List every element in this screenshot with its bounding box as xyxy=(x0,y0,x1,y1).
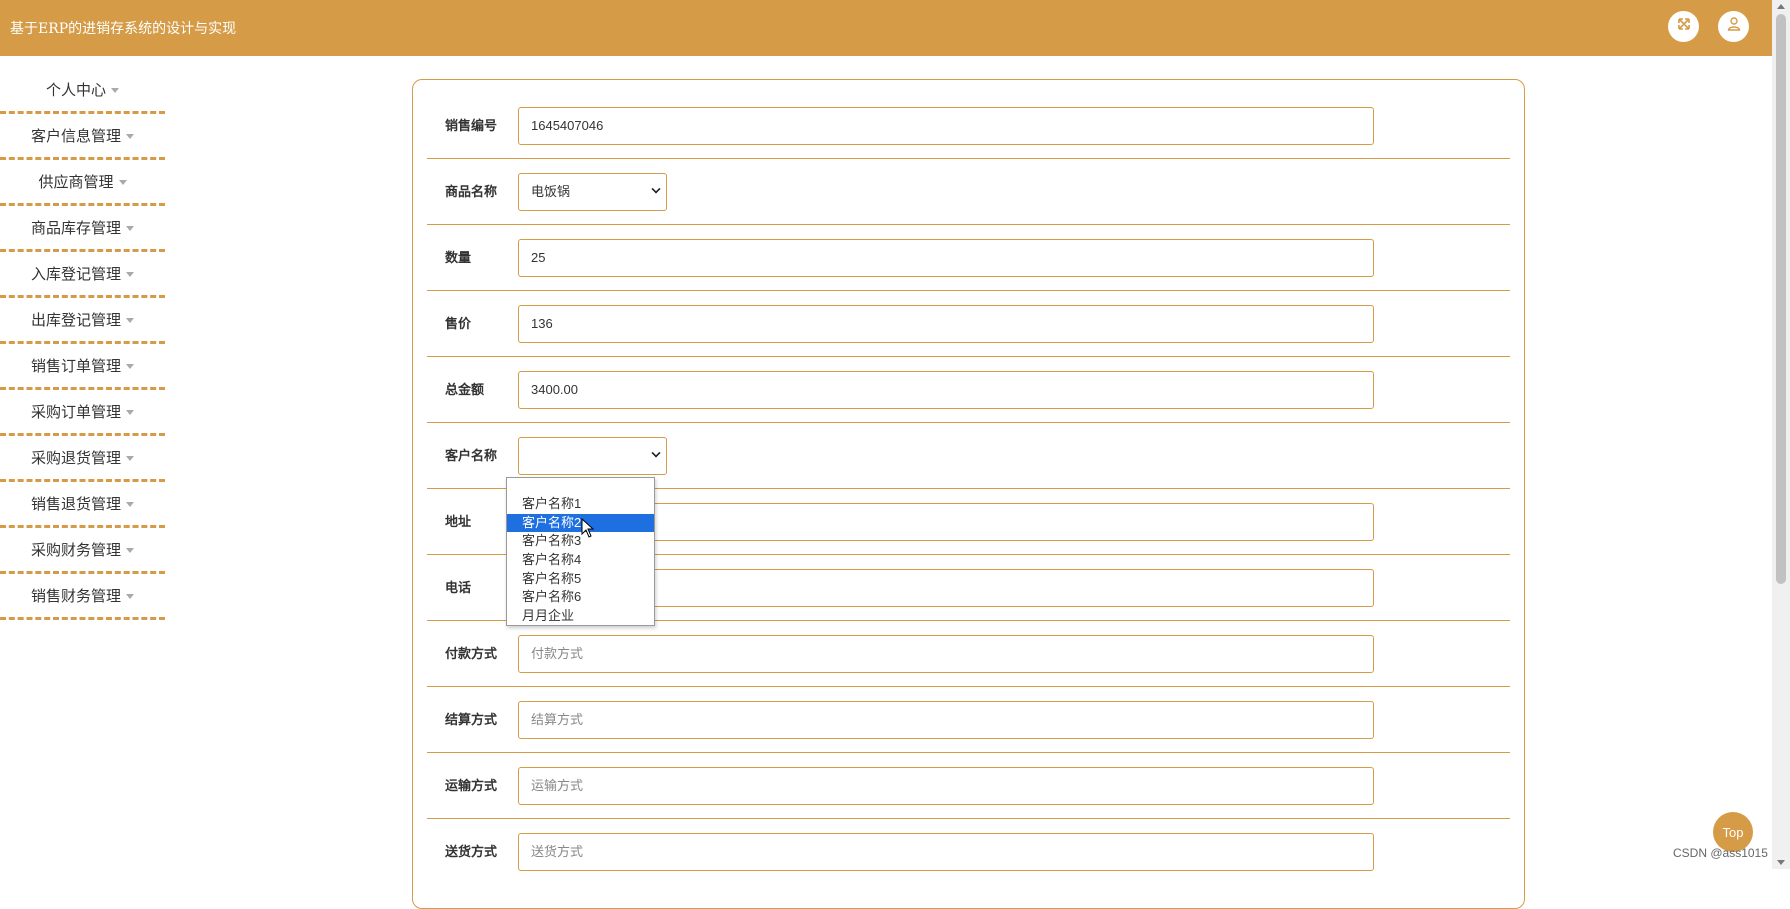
caret-down-icon xyxy=(126,410,134,415)
field-label: 电话 xyxy=(445,580,472,595)
dropdown-option[interactable]: 客户名称6 xyxy=(507,588,654,607)
caret-down-icon xyxy=(126,456,134,461)
sidebar-item-purchase-order[interactable]: 采购订单管理 xyxy=(0,390,165,436)
field-label: 销售编号 xyxy=(445,118,498,133)
sidebar-item-label: 销售订单管理 xyxy=(30,358,121,375)
form-row-shipping-method: 运输方式 运输方式 xyxy=(427,753,1510,819)
sidebar-item-label: 入库登记管理 xyxy=(30,266,121,283)
caret-down-icon xyxy=(126,272,134,277)
sidebar-item-label: 采购退货管理 xyxy=(30,450,121,467)
sidebar-item-purchase-finance[interactable]: 采购财务管理 xyxy=(0,528,165,574)
sidebar-item-sales-order[interactable]: 销售订单管理 xyxy=(0,344,165,390)
sidebar-item-label: 采购订单管理 xyxy=(30,404,121,421)
sidebar-item-personal-center[interactable]: 个人中心 xyxy=(0,68,165,114)
chevron-down-icon xyxy=(651,448,661,458)
sidebar-item-supplier[interactable]: 供应商管理 xyxy=(0,160,165,206)
price-input[interactable]: 136 xyxy=(518,305,1374,343)
form-row-payment-method: 付款方式 付款方式 xyxy=(427,621,1510,687)
sidebar-menu: 个人中心 客户信息管理 供应商管理 商品库存管理 入库登记管理 出库登记管理 销… xyxy=(0,68,165,620)
fullscreen-button[interactable] xyxy=(1668,11,1699,42)
field-label: 送货方式 xyxy=(445,844,498,859)
total-amount-input[interactable]: 3400.00 xyxy=(518,371,1374,409)
product-name-select[interactable]: 电饭锅 xyxy=(518,173,667,211)
form-row-quantity: 数量 25 xyxy=(427,225,1510,291)
sidebar-item-sales-return[interactable]: 销售退货管理 xyxy=(0,482,165,528)
sidebar-item-label: 供应商管理 xyxy=(38,174,114,191)
sidebar-item-stock-out[interactable]: 出库登记管理 xyxy=(0,298,165,344)
form-row-settlement-method: 结算方式 结算方式 xyxy=(427,687,1510,753)
select-value: 电饭锅 xyxy=(531,184,571,199)
delivery-method-input[interactable]: 送货方式 xyxy=(518,833,1374,871)
form-row-total: 总金额 3400.00 xyxy=(427,357,1510,423)
dropdown-option[interactable]: 客户名称1 xyxy=(507,495,654,514)
sidebar-item-label: 商品库存管理 xyxy=(30,220,121,237)
watermark-text: CSDN @ass1015 xyxy=(1673,846,1768,860)
sidebar-item-label: 销售财务管理 xyxy=(30,588,121,605)
field-label: 结算方式 xyxy=(445,712,498,727)
form-row-product-name: 商品名称 电饭锅 xyxy=(427,159,1510,225)
user-button[interactable] xyxy=(1718,11,1749,42)
settlement-method-input[interactable]: 结算方式 xyxy=(518,701,1374,739)
form-row-price: 售价 136 xyxy=(427,291,1510,357)
caret-down-icon xyxy=(126,594,134,599)
caret-down-icon xyxy=(126,226,134,231)
sales-no-input[interactable]: 1645407046 xyxy=(518,107,1374,145)
caret-down-icon xyxy=(126,134,134,139)
sidebar-item-customer-info[interactable]: 客户信息管理 xyxy=(0,114,165,160)
sidebar-item-label: 采购财务管理 xyxy=(30,542,121,559)
field-label: 数量 xyxy=(445,250,472,265)
chevron-down-icon xyxy=(651,184,661,194)
scrollbar-thumb[interactable] xyxy=(1776,14,1786,584)
quantity-input[interactable]: 25 xyxy=(518,239,1374,277)
caret-down-icon xyxy=(118,180,127,185)
user-icon xyxy=(1726,16,1742,37)
sidebar-item-inventory[interactable]: 商品库存管理 xyxy=(0,206,165,252)
field-label: 商品名称 xyxy=(445,184,498,199)
shipping-method-input[interactable]: 运输方式 xyxy=(518,767,1374,805)
sidebar-item-label: 出库登记管理 xyxy=(30,312,121,329)
expand-icon xyxy=(1676,16,1692,37)
field-label: 地址 xyxy=(445,514,472,529)
form-row-delivery-method: 送货方式 送货方式 xyxy=(427,819,1510,885)
app-title: 基于ERP的进销存系统的设计与实现 xyxy=(10,21,237,37)
vertical-scrollbar[interactable] xyxy=(1772,0,1790,869)
caret-down-icon xyxy=(126,502,134,507)
customer-name-select[interactable] xyxy=(518,437,667,475)
sidebar-item-stock-in[interactable]: 入库登记管理 xyxy=(0,252,165,298)
scroll-up-icon[interactable] xyxy=(1777,4,1785,9)
caret-down-icon xyxy=(126,548,134,553)
field-label: 售价 xyxy=(445,316,472,331)
dropdown-option[interactable]: 客户名称5 xyxy=(507,570,654,589)
form-row-sales-no: 销售编号 1645407046 xyxy=(427,93,1510,159)
sidebar-item-sales-finance[interactable]: 销售财务管理 xyxy=(0,574,165,620)
field-label: 运输方式 xyxy=(445,778,498,793)
sidebar-item-label: 客户信息管理 xyxy=(30,128,121,145)
mouse-cursor-icon xyxy=(581,518,595,538)
field-label: 客户名称 xyxy=(445,448,498,463)
sidebar-item-label: 个人中心 xyxy=(45,82,106,99)
scroll-down-icon[interactable] xyxy=(1777,860,1785,865)
field-label: 付款方式 xyxy=(445,646,498,661)
dropdown-option[interactable]: 客户名称4 xyxy=(507,551,654,570)
dropdown-option[interactable]: 月月企业 xyxy=(507,607,654,626)
sidebar-item-label: 销售退货管理 xyxy=(30,496,121,513)
payment-method-input[interactable]: 付款方式 xyxy=(518,635,1374,673)
customer-dropdown-list: 客户名称1 客户名称2 客户名称3 客户名称4 客户名称5 客户名称6 月月企业 xyxy=(506,477,655,626)
field-label: 总金额 xyxy=(445,382,485,397)
caret-down-icon xyxy=(111,88,119,93)
sidebar-item-purchase-return[interactable]: 采购退货管理 xyxy=(0,436,165,482)
caret-down-icon xyxy=(126,318,134,323)
caret-down-icon xyxy=(126,364,134,369)
top-header: 基于ERP的进销存系统的设计与实现 xyxy=(0,0,1772,56)
